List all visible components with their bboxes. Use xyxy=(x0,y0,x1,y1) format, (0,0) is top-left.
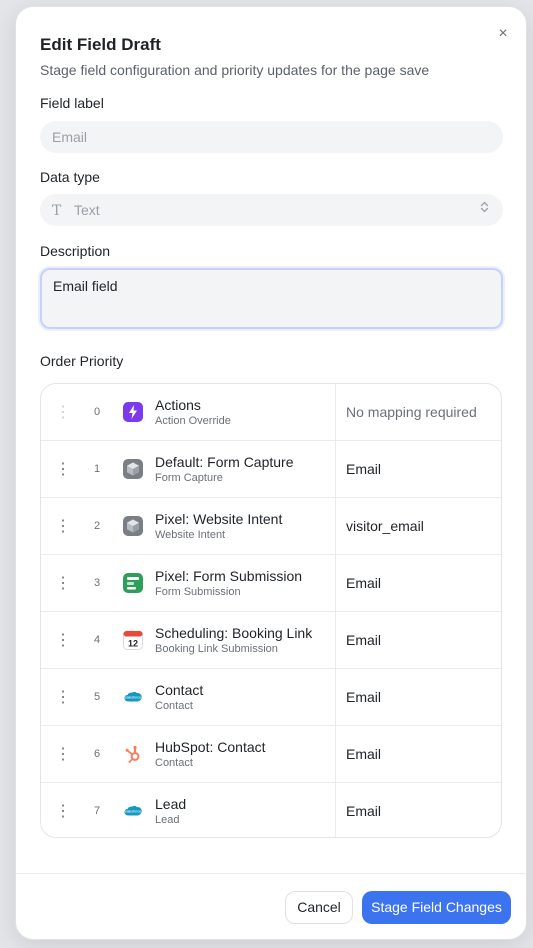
priority-row[interactable]: ⋮ 3 Pixel: Form Submission Form Submission E… xyxy=(41,555,501,612)
column-divider xyxy=(335,612,336,669)
priority-row[interactable]: ⋮ 4 12 Scheduling: Booking Link Booking Link… xyxy=(41,612,501,669)
source-type: Form Submission xyxy=(155,586,241,598)
priority-row[interactable]: ⋮ 2 Pixel: Website Intent Website Intent vis… xyxy=(41,498,501,555)
description-label: Description xyxy=(40,243,111,259)
drag-handle-icon[interactable]: ⋮ xyxy=(55,498,71,555)
source-name: Actions xyxy=(155,397,201,413)
source-type: Form Capture xyxy=(155,472,223,484)
source-name: Scheduling: Booking Link xyxy=(155,625,313,641)
column-divider xyxy=(335,384,336,441)
priority-number: 6 xyxy=(93,748,101,760)
data-type-label: Data type xyxy=(40,169,100,185)
field-label-label: Field label xyxy=(40,95,104,111)
priority-number: 0 xyxy=(93,406,101,418)
dialog-title: Edit Field Draft xyxy=(40,35,161,54)
cancel-button[interactable]: Cancel xyxy=(285,891,353,924)
edit-field-dialog: × Edit Field Draft Stage field configura… xyxy=(15,6,527,940)
priority-number: 7 xyxy=(93,805,101,817)
column-divider xyxy=(335,555,336,612)
priority-row[interactable]: ⋮ 0 Actions Action Override No mapping requi… xyxy=(41,384,501,441)
mapping-value[interactable]: Email xyxy=(346,441,381,498)
field-label-input[interactable]: Email xyxy=(40,121,503,153)
lightning-icon xyxy=(123,402,143,422)
data-type-value: Text xyxy=(74,202,100,218)
order-priority-label: Order Priority xyxy=(40,353,124,369)
mapping-value: No mapping required xyxy=(346,404,477,420)
hubspot-icon xyxy=(123,744,143,764)
field-label-placeholder: Email xyxy=(52,129,88,145)
mapping-value[interactable]: Email xyxy=(346,726,381,783)
source-type: Website Intent xyxy=(155,529,226,541)
calendar-icon: 12 xyxy=(123,630,143,650)
svg-text:salesforce: salesforce xyxy=(125,810,141,814)
mapping-value[interactable]: Email xyxy=(346,783,381,837)
mapping-value[interactable]: Email xyxy=(346,555,381,612)
priority-number: 2 xyxy=(93,520,101,532)
dialog-subtitle: Stage field configuration and priority u… xyxy=(40,62,430,78)
drag-handle-icon[interactable]: ⋮ xyxy=(55,555,71,612)
source-type: Contact xyxy=(155,757,193,769)
mapping-value[interactable]: visitor_email xyxy=(346,498,424,555)
priority-table: ⋮ 0 Actions Action Override No mapping requi… xyxy=(40,383,502,838)
priority-row[interactable]: ⋮ 5 salesforce Contact Contact Email xyxy=(41,669,501,726)
salesforce-cloud-icon: salesforce xyxy=(123,801,143,821)
drag-handle-icon[interactable]: ⋮ xyxy=(55,726,71,783)
source-type: Action Override xyxy=(155,415,231,427)
priority-number: 5 xyxy=(93,691,101,703)
source-name: Contact xyxy=(155,682,204,698)
source-type: Booking Link Submission xyxy=(155,643,278,655)
source-name: HubSpot: Contact xyxy=(155,739,266,755)
mapping-value[interactable]: Email xyxy=(346,612,381,669)
source-name: Default: Form Capture xyxy=(155,454,294,470)
source-name: Lead xyxy=(155,796,187,812)
column-divider xyxy=(335,498,336,555)
column-divider xyxy=(335,441,336,498)
form-icon xyxy=(123,573,143,593)
column-divider xyxy=(335,726,336,783)
svg-text:12: 12 xyxy=(128,639,138,649)
priority-row[interactable]: ⋮ 1 Default: Form Capture Form Capture Email xyxy=(41,441,501,498)
svg-text:salesforce: salesforce xyxy=(125,696,141,700)
stage-field-changes-button[interactable]: Stage Field Changes xyxy=(362,891,511,924)
priority-number: 4 xyxy=(93,634,101,646)
cube-icon xyxy=(123,516,143,536)
mapping-value[interactable]: Email xyxy=(346,669,381,726)
priority-row[interactable]: ⋮ 6 HubSpot: Contact Contact Email xyxy=(41,726,501,783)
chevron-updown-icon xyxy=(480,194,489,226)
cube-icon xyxy=(123,459,143,479)
source-type: Contact xyxy=(155,700,193,712)
source-name: Pixel: Form Submission xyxy=(155,568,303,584)
priority-number: 1 xyxy=(93,463,101,475)
priority-row[interactable]: ⋮ 7 salesforce Lead Lead Email xyxy=(41,783,501,837)
text-type-icon: T xyxy=(52,203,62,219)
source-type: Lead xyxy=(155,814,180,826)
drag-handle-icon[interactable]: ⋮ xyxy=(55,783,71,837)
close-icon[interactable]: × xyxy=(494,25,512,43)
drag-handle-icon[interactable]: ⋮ xyxy=(55,669,71,726)
drag-handle-icon[interactable]: ⋮ xyxy=(55,612,71,669)
data-type-select[interactable]: T Text xyxy=(40,194,503,226)
description-textarea[interactable]: Email field xyxy=(40,268,503,329)
footer-divider xyxy=(16,873,526,874)
source-name: Pixel: Website Intent xyxy=(155,511,283,527)
column-divider xyxy=(335,669,336,726)
description-value: Email field xyxy=(53,278,118,294)
priority-number: 3 xyxy=(93,577,101,589)
salesforce-cloud-icon: salesforce xyxy=(123,687,143,707)
column-divider xyxy=(335,783,336,837)
drag-handle-icon[interactable]: ⋮ xyxy=(55,441,71,498)
drag-handle-icon: ⋮ xyxy=(55,404,71,421)
